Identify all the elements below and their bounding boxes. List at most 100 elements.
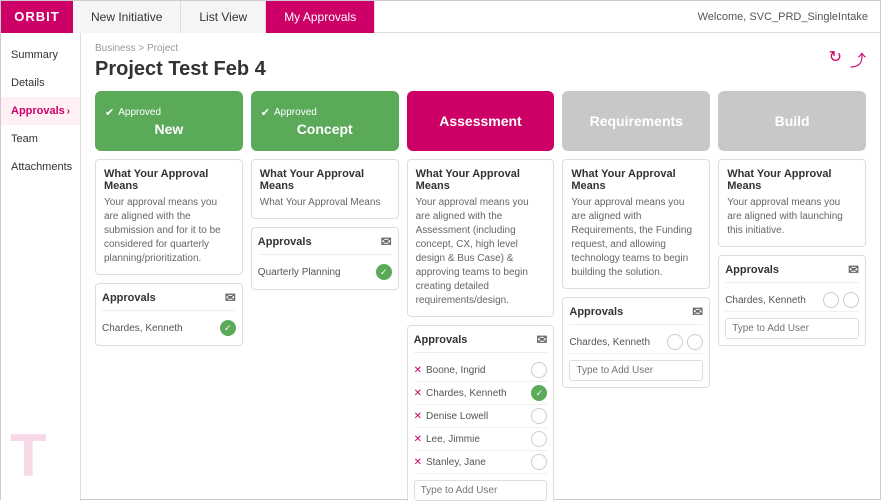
app-body: Summary Details Approvals › Team Attachm… [1,33,880,501]
approval-means-body-requirements: Your approval means you are aligned with… [571,196,701,280]
page-title: Project Test Feb 4 [95,58,266,81]
approval-row: Chardes, Kenneth ✓ [102,317,236,339]
welcome-text: Welcome, SVC_PRD_SingleIntake [698,11,868,23]
approval-name: Stanley, Jane [426,457,531,468]
mail-icon-new[interactable]: ✉ [225,290,236,306]
approval-status: ✓ [531,385,547,401]
stage-columns: ✔ Approved New What Your Approval Means … [95,91,866,501]
approval-name: Chardes, Kenneth [569,337,667,348]
status-circle-empty [531,408,547,424]
approval-means-title-concept: What Your Approval Means [260,168,390,192]
stage-name-concept: Concept [261,121,389,137]
header-right: Welcome, SVC_PRD_SingleIntake [698,11,880,23]
mail-icon-assessment[interactable]: ✉ [536,332,547,348]
chevron-right-icon: › [67,106,70,117]
stage-name-assessment: Assessment [417,113,545,129]
share-icon[interactable]: ⤴ [850,47,866,71]
remove-icon[interactable]: ✕ [414,365,422,376]
check-icon-new: ✔ [105,106,114,119]
approval-name: Boone, Ingrid [426,365,531,376]
sidebar-item-summary[interactable]: Summary [1,41,80,69]
add-user-input-assessment[interactable] [414,480,548,501]
stage-header-requirements: Requirements [562,91,710,151]
column-build: Build What Your Approval Means Your appr… [718,91,866,501]
approval-name: Chardes, Kenneth [426,388,531,399]
approvals-label-requirements: Approvals [569,306,623,318]
approvals-section-build: Approvals ✉ Chardes, Kenneth [718,255,866,346]
approval-means-title-build: What Your Approval Means [727,168,857,192]
main-header: Business > Project Project Test Feb 4 ↻ … [95,43,866,91]
nav-tabs: New Initiative List View My Approvals [73,1,375,33]
logo: ORBIT [1,1,73,33]
approval-row: Quarterly Planning ✓ [258,261,392,283]
status-circle-empty [531,362,547,378]
approvals-section-assessment: Approvals ✉ ✕ Boone, Ingrid ✕ Chardes, K… [407,325,555,501]
approval-means-card-build: What Your Approval Means Your approval m… [718,159,866,247]
approval-row: ✕ Stanley, Jane [414,451,548,474]
approval-row: Chardes, Kenneth [569,331,703,354]
approval-row: ✕ Chardes, Kenneth ✓ [414,382,548,405]
main-actions: ↻ ⤴ [829,47,866,71]
stage-name-new: New [105,121,233,137]
remove-icon[interactable]: ✕ [414,457,422,468]
mail-icon-concept[interactable]: ✉ [381,234,392,250]
approvals-label-build: Approvals [725,264,779,276]
nav-tab-my-approvals[interactable]: My Approvals [266,1,375,33]
approval-status: ✓ [220,320,236,336]
refresh-icon[interactable]: ↻ [829,47,842,71]
approval-means-title-new: What Your Approval Means [104,168,234,192]
approval-means-body-new: Your approval means you are aligned with… [104,196,234,266]
stage-name-build: Build [728,113,856,129]
approval-row: Chardes, Kenneth [725,289,859,312]
status-circle-empty [667,334,683,350]
add-user-input-requirements[interactable] [569,360,703,381]
approval-status [823,292,859,308]
stage-header-assessment: Assessment [407,91,555,151]
sidebar-item-attachments[interactable]: Attachments [1,153,80,181]
column-new: ✔ Approved New What Your Approval Means … [95,91,243,501]
approval-name: Lee, Jimmie [426,434,531,445]
stage-status-concept: ✔ Approved [261,106,389,119]
approvals-label-concept: Approvals [258,236,312,248]
column-requirements: Requirements What Your Approval Means Yo… [562,91,710,501]
approvals-header-build: Approvals ✉ [725,262,859,283]
approvals-header-requirements: Approvals ✉ [569,304,703,325]
breadcrumb: Business > Project [95,43,266,54]
approval-name: Chardes, Kenneth [725,295,823,306]
approvals-header-assessment: Approvals ✉ [414,332,548,353]
approvals-section-concept: Approvals ✉ Quarterly Planning ✓ [251,227,399,290]
approval-row: ✕ Denise Lowell [414,405,548,428]
sidebar-item-details[interactable]: Details [1,69,80,97]
approval-status: ✓ [376,264,392,280]
nav-tab-list-view[interactable]: List View [181,1,266,33]
approval-name: Quarterly Planning [258,267,376,278]
approvals-header-concept: Approvals ✉ [258,234,392,255]
sidebar-item-approvals[interactable]: Approvals › [1,97,80,125]
remove-icon[interactable]: ✕ [414,434,422,445]
approval-means-card-assessment: What Your Approval Means Your approval m… [407,159,555,317]
status-circle-green: ✓ [220,320,236,336]
mail-icon-requirements[interactable]: ✉ [692,304,703,320]
approval-status [531,454,547,470]
approval-means-body-assessment: Your approval means you are aligned with… [416,196,546,308]
approval-row: ✕ Boone, Ingrid [414,359,548,382]
column-concept: ✔ Approved Concept What Your Approval Me… [251,91,399,501]
mail-icon-build[interactable]: ✉ [848,262,859,278]
approvals-section-new: Approvals ✉ Chardes, Kenneth ✓ [95,283,243,346]
stage-status-label-concept: Approved [274,107,317,118]
remove-icon[interactable]: ✕ [414,388,422,399]
sidebar-item-team[interactable]: Team [1,125,80,153]
add-user-input-build[interactable] [725,318,859,339]
status-circle-green: ✓ [376,264,392,280]
approval-row: ✕ Lee, Jimmie [414,428,548,451]
app-header: ORBIT New Initiative List View My Approv… [1,1,880,33]
approval-status [667,334,703,350]
main-content: Business > Project Project Test Feb 4 ↻ … [81,33,880,501]
status-circle-empty [843,292,859,308]
column-assessment: Assessment What Your Approval Means Your… [407,91,555,501]
approval-means-title-assessment: What Your Approval Means [416,168,546,192]
sidebar: Summary Details Approvals › Team Attachm… [1,33,81,501]
approval-means-body-concept: What Your Approval Means [260,196,390,210]
remove-icon[interactable]: ✕ [414,411,422,422]
nav-tab-new-initiative[interactable]: New Initiative [73,1,181,33]
